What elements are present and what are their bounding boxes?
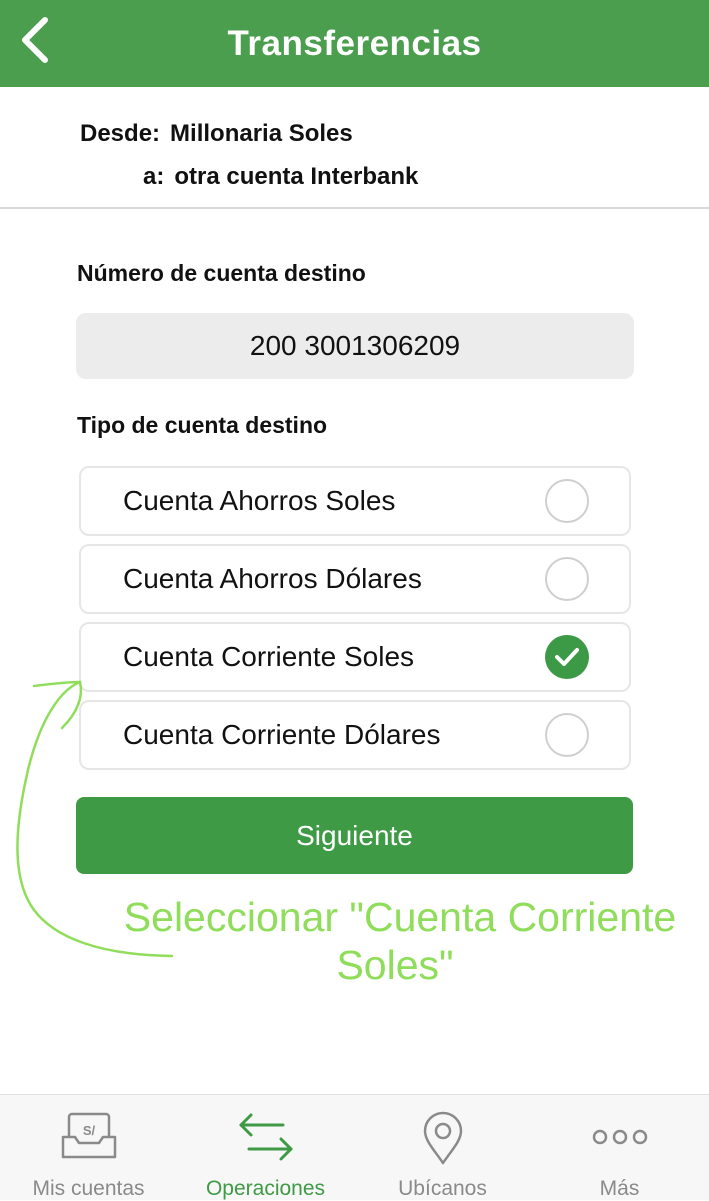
bottom-tab-bar: S/ Mis cuentas Operaciones Ubícanos Más xyxy=(0,1094,709,1200)
tab-mis-cuentas[interactable]: S/ Mis cuentas xyxy=(0,1095,177,1201)
tab-label: Más xyxy=(599,1177,640,1200)
option-cuenta-ahorros-dolares[interactable]: Cuenta Ahorros Dólares xyxy=(79,544,631,614)
back-button[interactable] xyxy=(14,14,54,66)
option-cuenta-ahorros-soles[interactable]: Cuenta Ahorros Soles xyxy=(79,466,631,536)
transfer-summary: Desde: Millonaria Soles a: otra cuenta Int… xyxy=(0,87,709,209)
top-bar: Transferencias xyxy=(0,0,709,87)
page-title: Transferencias xyxy=(227,23,482,63)
annotation-line-2: Soles" xyxy=(336,942,454,988)
annotation-text: Seleccionar "Cuenta Corriente Soles" xyxy=(60,893,709,989)
to-value: otra cuenta Interbank xyxy=(174,163,419,190)
chevron-left-icon xyxy=(22,17,48,63)
to-label: a: xyxy=(143,163,165,190)
radio-checked-icon[interactable] xyxy=(545,635,589,679)
annotation-line-1: Seleccionar "Cuenta Corriente xyxy=(123,894,677,940)
tab-ubicanos[interactable]: Ubícanos xyxy=(354,1095,531,1201)
tab-label: Ubícanos xyxy=(398,1177,487,1200)
destination-account-field[interactable]: 200 3001306209 xyxy=(76,313,634,379)
from-label: Desde: xyxy=(80,120,161,147)
tab-label: Mis cuentas xyxy=(32,1177,145,1200)
option-label: Cuenta Ahorros Dólares xyxy=(123,563,422,594)
radio-unchecked-icon[interactable] xyxy=(545,479,589,523)
tab-operaciones[interactable]: Operaciones xyxy=(177,1095,354,1201)
account-type-label: Tipo de cuenta destino xyxy=(77,412,328,438)
wallet-soles-icon: S/ xyxy=(61,1112,116,1159)
svg-text:S/: S/ xyxy=(82,1123,95,1138)
from-value: Millonaria Soles xyxy=(170,120,353,147)
location-pin-icon xyxy=(423,1111,462,1165)
transfer-arrows-icon xyxy=(239,1113,292,1161)
checkmark-icon xyxy=(555,648,579,666)
option-label: Cuenta Ahorros Soles xyxy=(123,485,396,516)
radio-unchecked-icon[interactable] xyxy=(545,713,589,757)
from-row: Desde: Millonaria Soles xyxy=(80,120,353,148)
tab-mas[interactable]: Más xyxy=(531,1095,708,1201)
tab-label: Operaciones xyxy=(205,1177,326,1200)
destination-account-label: Número de cuenta destino xyxy=(77,260,366,286)
to-row: a: otra cuenta Interbank xyxy=(143,163,418,191)
radio-unchecked-icon[interactable] xyxy=(545,557,589,601)
more-dots-icon xyxy=(592,1129,647,1145)
